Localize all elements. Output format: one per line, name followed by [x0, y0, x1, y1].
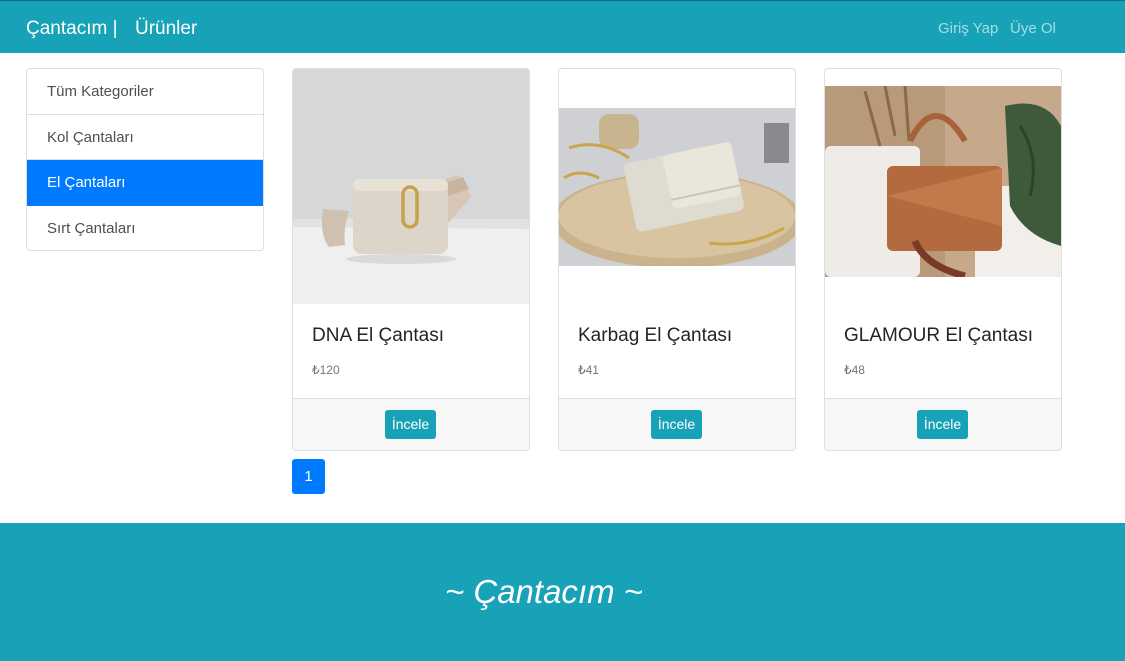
top-navbar: Çantacım | Ürünler Giriş Yap Üye Ol: [0, 0, 1125, 53]
nav-signup-link[interactable]: Üye Ol: [1010, 20, 1056, 38]
product-price: ₺48: [844, 363, 865, 377]
product-image: [559, 108, 795, 266]
card-footer: İncele: [825, 398, 1061, 450]
view-product-button[interactable]: İncele: [651, 410, 702, 439]
view-product-button[interactable]: İncele: [385, 410, 436, 439]
product-price: ₺120: [312, 363, 340, 377]
product-title[interactable]: GLAMOUR El Çantası: [844, 324, 1033, 348]
nav-login-link[interactable]: Giriş Yap: [938, 20, 998, 38]
product-image: [293, 69, 529, 304]
product-title[interactable]: DNA El Çantası: [312, 324, 444, 348]
category-hand-bags[interactable]: El Çantaları: [27, 160, 263, 206]
brand-link[interactable]: Çantacım |: [26, 18, 118, 40]
category-all[interactable]: Tüm Kategoriler: [27, 69, 263, 115]
category-arm-bags[interactable]: Kol Çantaları: [27, 115, 263, 160]
view-product-button[interactable]: İncele: [917, 410, 968, 439]
footer-brand-text: ~ Çantacım ~: [444, 573, 644, 610]
nav-products-link[interactable]: Ürünler: [135, 18, 197, 40]
category-list: Tüm Kategoriler Kol Çantaları El Çantala…: [26, 68, 264, 251]
card-footer: İncele: [293, 398, 529, 450]
footer: ~ Çantacım ~: [0, 523, 1125, 661]
product-card: DNA El Çantası ₺120 İncele: [292, 68, 530, 451]
product-price: ₺41: [578, 363, 599, 377]
product-image: [825, 86, 1061, 277]
card-footer: İncele: [559, 398, 795, 450]
product-title[interactable]: Karbag El Çantası: [578, 324, 732, 348]
category-backpacks[interactable]: Sırt Çantaları: [27, 206, 263, 251]
product-card: GLAMOUR El Çantası ₺48 İncele: [824, 68, 1062, 451]
product-card: Karbag El Çantası ₺41 İncele: [558, 68, 796, 451]
pagination-page-1[interactable]: 1: [292, 459, 325, 494]
